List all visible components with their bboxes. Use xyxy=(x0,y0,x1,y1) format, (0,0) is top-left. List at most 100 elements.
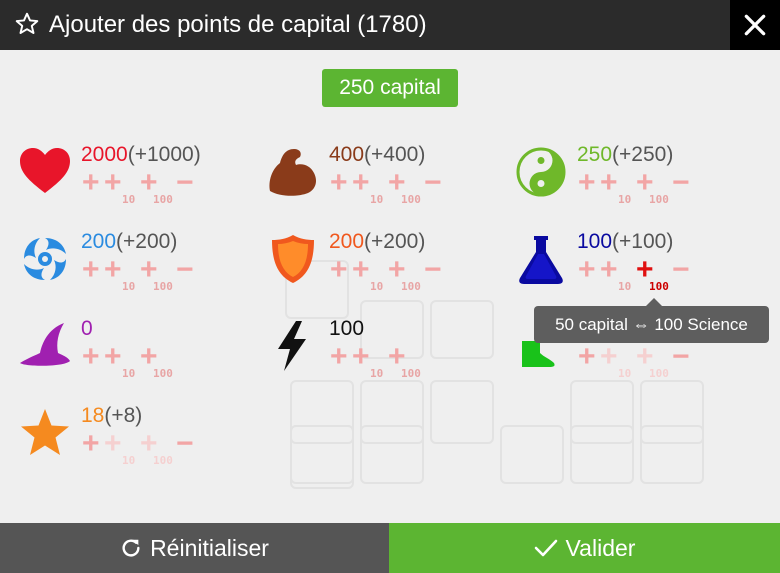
add-1-button[interactable]: + xyxy=(330,168,348,198)
stat-value-line: 2000(+1000) xyxy=(81,142,201,168)
stat-value-line: 18(+8) xyxy=(81,403,142,429)
stat-value: 100 xyxy=(329,317,365,340)
stat-bonus: (+250) xyxy=(612,143,674,166)
background-tile xyxy=(500,425,564,484)
stat-wisdom: 250(+250) + + 10 + 100 − xyxy=(514,142,724,225)
stat-strength: 400(+400) + + 10 + 100 − xyxy=(266,142,476,225)
stat-bonus: (+400) xyxy=(364,143,426,166)
star-icon xyxy=(21,409,69,455)
flask-icon xyxy=(519,236,563,284)
add-100-label: 100 xyxy=(649,193,669,206)
background-tile xyxy=(290,425,354,484)
add-10-label: 10 xyxy=(618,367,632,380)
dialog-titlebar: Ajouter des points de capital (1780) xyxy=(0,0,780,50)
add-100-label: 100 xyxy=(153,193,173,206)
add-10-label: 10 xyxy=(618,193,632,206)
stat-value-line: 250(+250) xyxy=(577,142,673,168)
remove-button[interactable]: − xyxy=(176,168,194,198)
add-10-label: 10 xyxy=(122,280,136,293)
stat-value: 200 xyxy=(329,230,365,253)
add-10-button[interactable]: + xyxy=(104,255,122,285)
remove-button[interactable]: − xyxy=(424,255,442,285)
stat-value-line: 100(+100) xyxy=(577,229,673,255)
add-1-button[interactable]: + xyxy=(82,255,100,285)
add-10-button[interactable]: + xyxy=(600,342,618,372)
add-10-button[interactable]: + xyxy=(104,429,122,459)
stat-value: 200 xyxy=(81,230,117,253)
add-100-label: 100 xyxy=(153,367,173,380)
refresh-icon xyxy=(122,539,140,557)
swirl-icon xyxy=(24,238,66,280)
lightning-icon xyxy=(278,321,306,371)
add-1-button[interactable]: + xyxy=(82,168,100,198)
remove-button[interactable]: − xyxy=(672,342,690,372)
add-100-label: 100 xyxy=(649,367,669,380)
validate-button[interactable]: Valider xyxy=(389,523,780,573)
stat-value: 100 xyxy=(577,230,613,253)
add-1-button[interactable]: + xyxy=(330,255,348,285)
add-10-button[interactable]: + xyxy=(600,255,618,285)
add-100-label: 100 xyxy=(401,280,421,293)
add-100-label: 100 xyxy=(401,193,421,206)
add-10-label: 10 xyxy=(370,367,384,380)
stat-bonus: (+200) xyxy=(364,230,426,253)
add-10-label: 10 xyxy=(370,193,384,206)
add-1-button[interactable]: + xyxy=(578,168,596,198)
add-10-button[interactable]: + xyxy=(104,168,122,198)
validate-label: Valider xyxy=(565,535,636,561)
stat-science: 100(+100) + + 10 + 100 − xyxy=(514,229,724,312)
background-tile xyxy=(640,425,704,484)
yin-yang-icon xyxy=(516,147,566,197)
stat-resistance: 200(+200) + + 10 + 100 − xyxy=(266,229,476,312)
remove-button[interactable]: − xyxy=(176,429,194,459)
stat-value: 18 xyxy=(81,404,105,427)
add-1-button[interactable]: + xyxy=(578,342,596,372)
close-button[interactable] xyxy=(730,0,780,50)
reset-button[interactable]: Réinitialiser xyxy=(0,523,389,573)
add-10-label: 10 xyxy=(618,280,632,293)
stat-value: 2000 xyxy=(81,143,128,166)
stat-value-line: 0 xyxy=(81,316,93,342)
add-10-button[interactable]: + xyxy=(600,168,618,198)
add-10-button[interactable]: + xyxy=(352,342,370,372)
stat-value-line: 100 xyxy=(329,316,364,342)
shield-icon xyxy=(272,235,314,283)
add-10-label: 10 xyxy=(370,280,384,293)
add-100-label: 100 xyxy=(153,454,173,467)
dialog-title: Ajouter des points de capital (1780) xyxy=(49,11,427,38)
tooltip: 50 capital ⇔ 100 Science xyxy=(534,298,769,343)
background-tile xyxy=(570,425,634,484)
remove-button[interactable]: − xyxy=(176,255,194,285)
stat-vitality: 2000(+1000) + + 10 + 100 − xyxy=(18,142,228,225)
stat-value-line: 400(+400) xyxy=(329,142,425,168)
stat-value: 400 xyxy=(329,143,365,166)
stat-energy: 100 + + 10 + 100 xyxy=(266,316,476,399)
stat-value: 250 xyxy=(577,143,613,166)
reset-label: Réinitialiser xyxy=(150,535,269,561)
remove-button[interactable]: − xyxy=(424,168,442,198)
close-icon xyxy=(744,14,766,36)
add-1-button[interactable]: + xyxy=(82,429,100,459)
remove-button[interactable]: − xyxy=(672,255,690,285)
stat-value-line: 200(+200) xyxy=(81,229,177,255)
add-1-button[interactable]: + xyxy=(330,342,348,372)
stat-value: 0 xyxy=(81,317,93,340)
add-10-button[interactable]: + xyxy=(352,168,370,198)
add-10-button[interactable]: + xyxy=(104,342,122,372)
add-10-label: 10 xyxy=(122,193,136,206)
stat-magic: 0 + + 10 + 100 xyxy=(18,316,228,399)
remove-button[interactable]: − xyxy=(672,168,690,198)
stat-bonus: (+200) xyxy=(116,230,178,253)
stat-bonus: (+8) xyxy=(104,404,143,427)
add-1-button[interactable]: + xyxy=(82,342,100,372)
stat-bonus: (+100) xyxy=(612,230,674,253)
stat-agility: 200(+200) + + 10 + 100 − xyxy=(18,229,228,312)
add-100-label: 100 xyxy=(153,280,173,293)
stat-value-line: 200(+200) xyxy=(329,229,425,255)
heart-icon xyxy=(20,148,70,193)
add-100-label: 100 xyxy=(649,280,669,293)
add-1-button[interactable]: + xyxy=(578,255,596,285)
add-10-button[interactable]: + xyxy=(352,255,370,285)
dialog-footer: Réinitialiser Valider xyxy=(0,523,780,573)
add-10-label: 10 xyxy=(122,454,136,467)
